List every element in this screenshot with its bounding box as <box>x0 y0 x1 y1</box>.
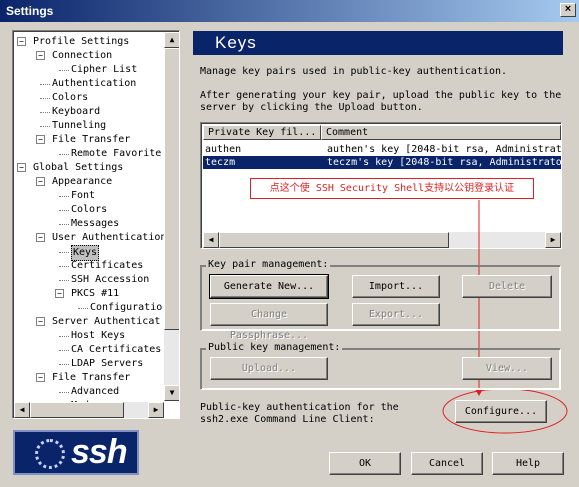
cmdline-label-line2: ssh2.exe Command Line Client: <box>200 414 375 425</box>
cancel-button[interactable]: Cancel <box>411 452 483 475</box>
public-key-group-label: Public key management: <box>206 342 343 353</box>
change-passphrase-button[interactable]: Change Passphrase... <box>210 303 328 341</box>
upload-button[interactable]: Upload... <box>210 357 328 380</box>
key-pair-group-label: Key pair management: <box>206 259 331 270</box>
cmdline-label-line1: Public-key authentication for the <box>200 402 399 413</box>
delete-button[interactable]: Delete <box>462 275 552 298</box>
export-button[interactable]: Export... <box>352 303 440 326</box>
view-button[interactable]: View... <box>462 357 552 380</box>
generate-new-button[interactable]: Generate New... <box>209 274 329 299</box>
import-button[interactable]: Import... <box>352 275 440 298</box>
help-button[interactable]: Help <box>492 452 564 475</box>
ok-button[interactable]: OK <box>329 452 401 475</box>
configure-button[interactable]: Configure... <box>455 400 547 423</box>
